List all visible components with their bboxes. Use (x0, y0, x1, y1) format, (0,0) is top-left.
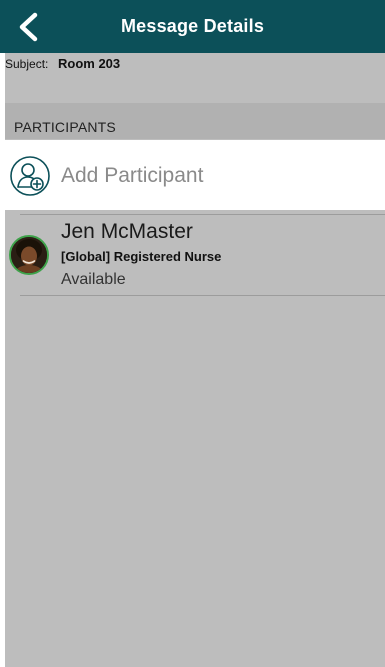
subject-row: Subject: Room 203 (5, 53, 385, 103)
participant-status: Available (61, 271, 126, 288)
divider (20, 295, 385, 296)
add-user-icon (10, 156, 50, 196)
message-details-screen: Message Details Subject: Room 203 PARTIC… (0, 0, 385, 667)
add-participant-label: Add Participant (61, 164, 204, 187)
participants-section-header: PARTICIPANTS (5, 103, 385, 139)
participants-header-label: PARTICIPANTS (14, 119, 116, 135)
participant-role: [Global] Registered Nurse (61, 249, 222, 264)
participant-list-item[interactable]: Jen McMaster [Global] Registered Nurse A… (5, 215, 385, 295)
subject-value: Room 203 (58, 56, 121, 71)
page-title: Message Details (120, 16, 265, 36)
back-button[interactable] (8, 8, 48, 46)
chevron-left-icon (19, 12, 38, 42)
avatar-photo (11, 237, 47, 273)
navigation-bar: Message Details (0, 0, 385, 53)
message-details-content: Subject: Room 203 PARTICIPANTS Add Parti… (5, 53, 385, 667)
avatar (9, 235, 49, 275)
add-participant-button[interactable]: Add Participant (5, 140, 385, 210)
subject-label: Subject: (5, 57, 49, 71)
participant-name: Jen McMaster (61, 220, 193, 243)
